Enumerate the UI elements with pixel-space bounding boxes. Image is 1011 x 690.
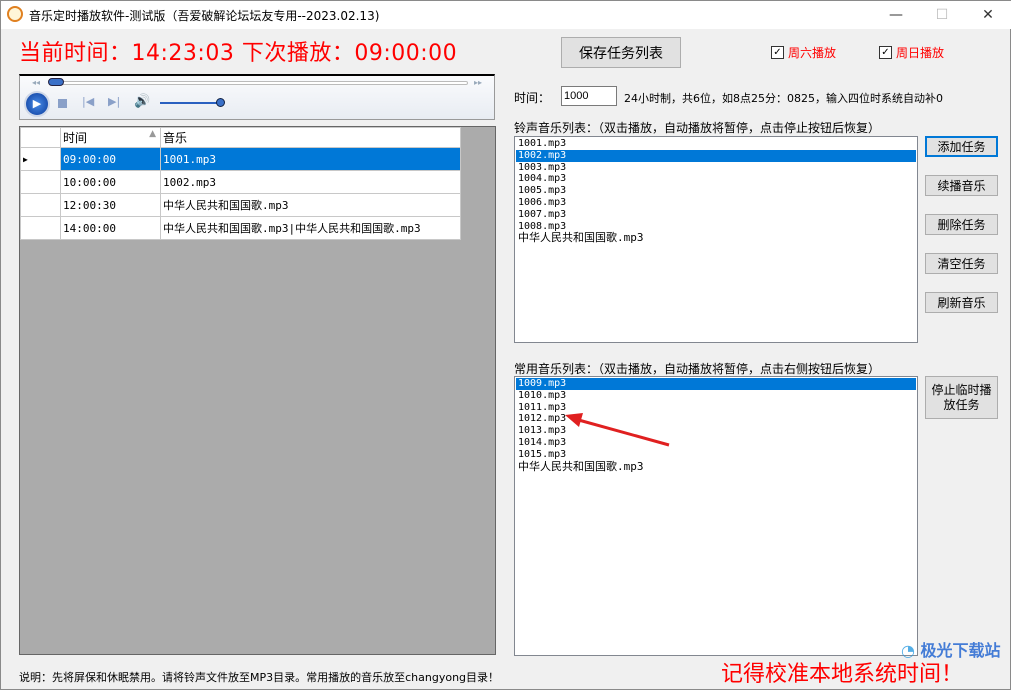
- volume-thumb[interactable]: [216, 98, 225, 107]
- list-item[interactable]: 1003.mp3: [516, 162, 916, 174]
- sunday-checkbox[interactable]: ✓ 周日播放: [879, 44, 944, 61]
- next-play-time: 09:00:00: [354, 41, 457, 66]
- table-row[interactable]: 14:00:00中华人民共和国国歌.mp3|中华人民共和国国歌.mp3: [21, 217, 461, 240]
- task-grid: 时间▲ 音乐 ▶09:00:001001.mp3 10:00:001002.mp…: [19, 126, 496, 655]
- volume-slider[interactable]: [160, 102, 220, 104]
- resume-music-button[interactable]: 续播音乐: [925, 175, 998, 196]
- list-item[interactable]: 中华人民共和国国歌.mp3: [516, 232, 916, 244]
- list-item[interactable]: 1006.mp3: [516, 197, 916, 209]
- row-pointer-icon: ▶: [21, 148, 61, 171]
- stop-temporary-task-button[interactable]: 停止临时播放任务: [925, 376, 998, 419]
- time-hint: 24小时制，共6位，如8点25分：0825，输入四位时系统自动补0: [624, 90, 943, 106]
- list-item[interactable]: 1004.mp3: [516, 173, 916, 185]
- list-item[interactable]: 中华人民共和国国歌.mp3: [516, 461, 916, 473]
- cell-music[interactable]: 中华人民共和国国歌.mp3: [161, 194, 461, 217]
- row-header: [21, 194, 61, 217]
- cell-music[interactable]: 1001.mp3: [161, 148, 461, 171]
- minimize-button[interactable]: —: [873, 1, 919, 29]
- current-time-label: 当前时间：: [19, 41, 132, 66]
- seek-bar[interactable]: [50, 81, 468, 85]
- clear-tasks-button[interactable]: 清空任务: [925, 253, 998, 274]
- cell-music[interactable]: 中华人民共和国国歌.mp3|中华人民共和国国歌.mp3: [161, 217, 461, 240]
- task-table: 时间▲ 音乐 ▶09:00:001001.mp3 10:00:001002.mp…: [20, 127, 461, 240]
- add-task-button[interactable]: 添加任务: [925, 136, 998, 157]
- checkbox-checked-icon: ✓: [879, 46, 892, 59]
- title-bar: 音乐定时播放软件-测试版（吾爱破解论坛坛友专用--2023.02.13) — ☐…: [1, 1, 1011, 29]
- previous-button[interactable]: |◀: [82, 95, 94, 108]
- table-row[interactable]: ▶09:00:001001.mp3: [21, 148, 461, 171]
- volume-icon[interactable]: 🔊: [134, 94, 150, 109]
- current-time: 14:23:03: [132, 41, 235, 66]
- cell-time[interactable]: 10:00:00: [61, 171, 161, 194]
- list-item[interactable]: 1015.mp3: [516, 449, 916, 461]
- delete-task-button[interactable]: 删除任务: [925, 214, 998, 235]
- seek-thumb[interactable]: [48, 78, 64, 86]
- watermark-logo: ◔ 极光下载站: [901, 637, 1001, 661]
- cell-time[interactable]: 09:00:00: [61, 148, 161, 171]
- sort-ascending-icon: ▲: [149, 129, 156, 139]
- list-item[interactable]: 1009.mp3: [516, 378, 916, 390]
- refresh-music-button[interactable]: 刷新音乐: [925, 292, 998, 313]
- fast-forward-icon[interactable]: ▸▸: [474, 78, 482, 87]
- next-button[interactable]: ▶|: [108, 95, 120, 108]
- cell-music[interactable]: 1002.mp3: [161, 171, 461, 194]
- save-task-list-button[interactable]: 保存任务列表: [561, 37, 681, 68]
- media-player: ◂◂ ▸▸ ▶ |◀ ▶| 🔊: [19, 74, 495, 120]
- footer-note: 说明：先将屏保和休眠禁用。请将铃声文件放至MP3目录。常用播放的音乐放至chan…: [19, 669, 499, 685]
- row-header: [21, 171, 61, 194]
- saturday-label: 周六播放: [788, 44, 836, 61]
- stop-button[interactable]: [58, 99, 67, 108]
- list-item[interactable]: 1002.mp3: [516, 150, 916, 162]
- alarm-clock-icon: [7, 6, 23, 22]
- row-header-corner: [21, 128, 61, 148]
- table-row[interactable]: 12:00:30中华人民共和国国歌.mp3: [21, 194, 461, 217]
- column-header-music[interactable]: 音乐: [161, 128, 461, 148]
- list-item[interactable]: 1005.mp3: [516, 185, 916, 197]
- checkbox-checked-icon: ✓: [771, 46, 784, 59]
- next-play-label: 下次播放：: [242, 41, 355, 66]
- clock-display: 当前时间：14:23:03 下次播放：09:00:00: [19, 35, 457, 67]
- cell-time[interactable]: 14:00:00: [61, 217, 161, 240]
- window-title: 音乐定时播放软件-测试版（吾爱破解论坛坛友专用--2023.02.13): [29, 7, 379, 24]
- column-header-time[interactable]: 时间▲: [61, 128, 161, 148]
- ring-music-list[interactable]: 1001.mp31002.mp31003.mp31004.mp31005.mp3…: [514, 136, 918, 343]
- play-button[interactable]: ▶: [24, 91, 50, 117]
- close-button[interactable]: ✕: [965, 1, 1011, 29]
- time-label: 时间：: [514, 89, 550, 106]
- common-list-label: 常用音乐列表：（双击播放，自动播放将暂停，点击右侧按钮后恢复）: [514, 360, 880, 377]
- sunday-label: 周日播放: [896, 44, 944, 61]
- ring-list-label: 铃声音乐列表：（双击播放，自动播放将暂停，点击停止按钮后恢复）: [514, 119, 880, 136]
- row-header: [21, 217, 61, 240]
- time-input[interactable]: [561, 86, 617, 106]
- list-item[interactable]: 1001.mp3: [516, 138, 916, 150]
- saturday-checkbox[interactable]: ✓ 周六播放: [771, 44, 836, 61]
- rewind-icon[interactable]: ◂◂: [32, 78, 40, 87]
- cell-time[interactable]: 12:00:30: [61, 194, 161, 217]
- table-row[interactable]: 10:00:001002.mp3: [21, 171, 461, 194]
- maximize-button[interactable]: ☐: [919, 1, 965, 29]
- list-item[interactable]: 1007.mp3: [516, 209, 916, 221]
- red-arrow-annotation: [561, 409, 673, 449]
- list-item[interactable]: 1010.mp3: [516, 390, 916, 402]
